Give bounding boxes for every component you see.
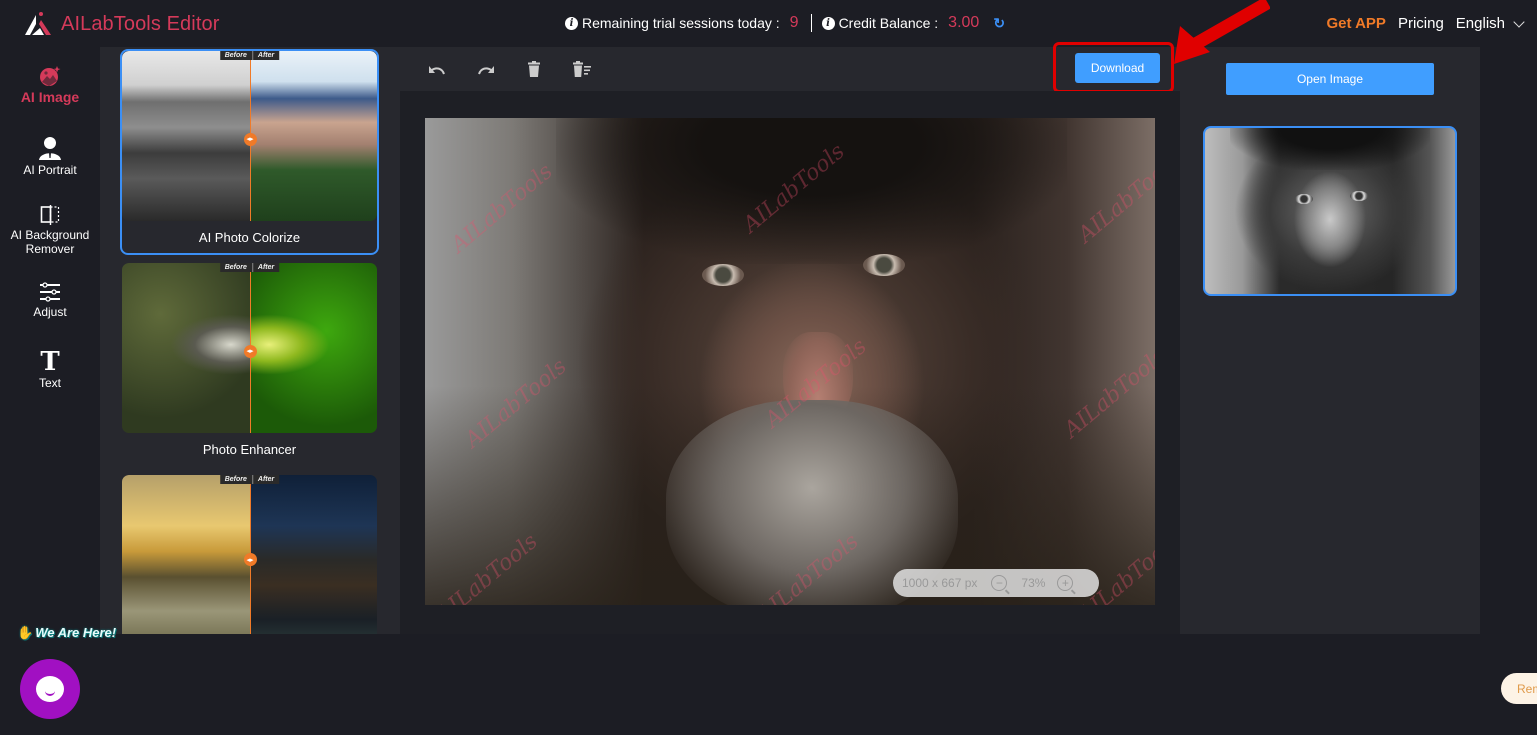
image-region [1295, 194, 1313, 205]
chat-bubble-icon [36, 676, 64, 702]
image-region [702, 264, 745, 287]
get-app-link[interactable]: Get APP [1326, 15, 1385, 32]
editor-toolbar: Download [400, 42, 1180, 93]
refresh-icon[interactable]: ↻ [993, 15, 1005, 32]
template-list[interactable]: ◂▸ Before After AI Photo Colorize ◂▸ Bef… [100, 47, 400, 634]
after-image [249, 51, 377, 221]
image-thumbnail[interactable] [1203, 126, 1457, 296]
undo-icon [429, 66, 445, 75]
divider [810, 14, 812, 32]
trial-status: i Remaining trial sessions today : 9 i C… [565, 14, 1005, 32]
sidebar-item-ai-image[interactable]: AI Image [0, 65, 100, 104]
credit-balance-label: Credit Balance : [838, 15, 939, 31]
image-region [863, 254, 905, 277]
sidebar-item-label: Text [38, 376, 61, 390]
undo-button[interactable] [427, 59, 447, 79]
compare-handle-icon[interactable]: ◂▸ [243, 344, 257, 358]
download-button[interactable]: Download [1075, 53, 1160, 83]
template-thumbnail: ◂▸ Before After [122, 51, 377, 221]
canvas-area[interactable]: AILabTools AILabTools AILabTools AILabTo… [400, 91, 1180, 634]
template-card-ai-photo-colorize[interactable]: ◂▸ Before After AI Photo Colorize [120, 49, 379, 255]
sidebar-item-label: Remover [25, 242, 75, 256]
template-thumbnail: ◂▸ Before After [122, 263, 377, 433]
zoom-in-icon[interactable]: + [1057, 575, 1074, 591]
after-label: After [257, 476, 275, 483]
ailabtools-logo-icon [25, 12, 51, 35]
zoom-controls: 1000 x 667 px − 73% + [893, 569, 1099, 597]
waving-hand-icon: ✋ [17, 625, 34, 640]
header-nav: Get APP Pricing English [1326, 15, 1525, 32]
sliders-icon [40, 282, 60, 302]
left-sidebar: AI Image AI Portrait AI Background Remov… [0, 47, 100, 634]
pricing-link[interactable]: Pricing [1398, 15, 1444, 32]
image-region [1230, 128, 1430, 170]
before-after-label: Before After [219, 263, 280, 272]
background-remover-icon [40, 205, 60, 225]
annotation-arrow-icon [1174, 0, 1270, 64]
watermark: AILabTools [446, 158, 558, 258]
sidebar-item-ai-background-remover[interactable]: AI Background Remover [0, 205, 100, 256]
info-icon[interactable]: i [565, 16, 578, 30]
chat-greeting[interactable]: ✋ We Are Here! [17, 625, 116, 641]
delete-button[interactable] [524, 59, 544, 79]
template-thumbnail: ◂▸ Before After [122, 475, 377, 634]
before-image [122, 475, 250, 634]
zoom-percent: 73% [1021, 576, 1046, 590]
after-label: After [257, 264, 275, 271]
sidebar-item-label: AI Portrait [23, 163, 77, 177]
before-after-label: Before After [219, 475, 280, 484]
remind-button[interactable]: Rem [1501, 673, 1537, 704]
chat-button[interactable] [20, 659, 80, 719]
clear-all-icon [573, 61, 591, 77]
info-icon[interactable]: i [821, 16, 835, 30]
before-label: Before [224, 264, 247, 271]
credit-balance-value: 3.00 [948, 14, 980, 31]
text-icon: T [40, 347, 60, 377]
top-header: AILabTools Editor i Remaining trial sess… [0, 0, 1537, 47]
template-label: Photo Enhancer [202, 442, 297, 457]
right-panel: Open Image [1180, 47, 1480, 634]
ai-image-icon [40, 66, 61, 86]
sidebar-item-label: AI Background [10, 228, 90, 242]
image-dimensions: 1000 x 667 px [902, 576, 978, 590]
before-label: Before [224, 476, 247, 483]
template-label: AI Photo Colorize [198, 230, 301, 245]
canvas-image[interactable]: AILabTools AILabTools AILabTools AILabTo… [425, 118, 1155, 605]
sidebar-item-label: AI Image [20, 89, 80, 105]
image-region [556, 118, 1068, 265]
compare-handle-icon[interactable]: ◂▸ [243, 132, 257, 146]
sidebar-item-ai-portrait[interactable]: AI Portrait [0, 136, 100, 177]
before-label: Before [224, 52, 247, 59]
trial-sessions-value: 9 [789, 14, 799, 31]
after-label: After [257, 52, 275, 59]
chevron-down-icon[interactable] [1513, 15, 1525, 28]
before-image [122, 51, 250, 221]
sidebar-item-text[interactable]: T Text [0, 347, 100, 390]
before-image [122, 263, 250, 433]
image-region [1350, 191, 1368, 202]
sidebar-item-label: Adjust [33, 305, 67, 319]
compare-handle-icon[interactable]: ◂▸ [243, 553, 257, 567]
template-card-photo-enhancer[interactable]: ◂▸ Before After Photo Enhancer [120, 263, 379, 465]
trial-sessions-label: Remaining trial sessions today : [582, 15, 780, 31]
after-image [249, 475, 377, 634]
trash-icon [528, 61, 540, 77]
redo-button[interactable] [476, 59, 496, 79]
sidebar-item-adjust[interactable]: Adjust [0, 282, 100, 319]
zoom-out-icon[interactable]: − [991, 575, 1008, 591]
app-logo[interactable]: AILabTools Editor [24, 11, 219, 37]
after-image [249, 263, 377, 433]
portrait-icon [39, 137, 61, 160]
language-selector[interactable]: English [1456, 15, 1505, 32]
app-title: AILabTools Editor [61, 12, 220, 35]
watermark: AILabTools [1073, 149, 1155, 249]
template-card-3[interactable]: ◂▸ Before After [120, 475, 379, 634]
chat-greeting-text: We Are Here! [35, 625, 117, 640]
clear-all-button[interactable] [572, 59, 592, 79]
redo-icon [478, 66, 494, 75]
before-after-label: Before After [219, 51, 280, 60]
editor-main: Download AILabTools AILabTools AILabTool… [400, 42, 1180, 634]
